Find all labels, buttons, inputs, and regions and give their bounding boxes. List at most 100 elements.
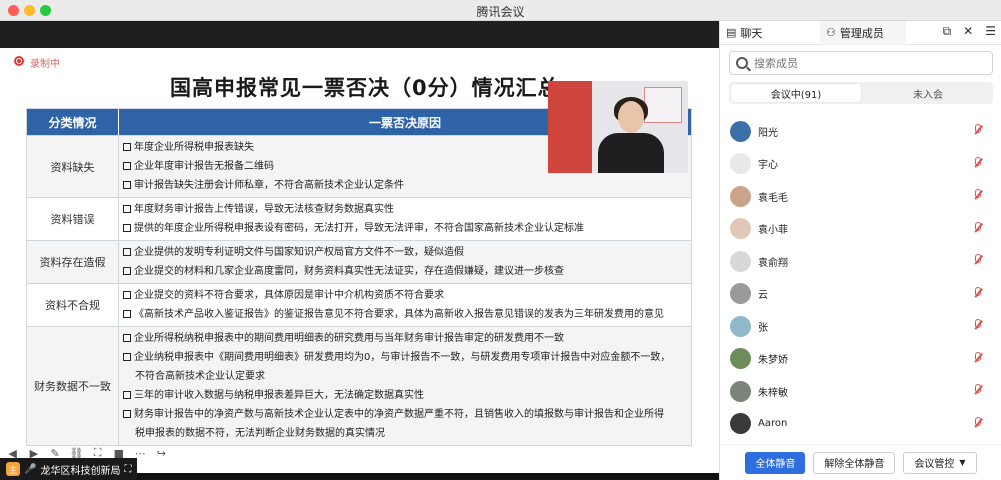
mic-muted-icon[interactable] [974,286,983,299]
host-name: 龙华区科技创新局 [40,465,121,477]
member-name: 张 [758,322,768,334]
panel-tabs: ▤ 聊天 ⚇ 管理成员 ⧉ ✕ ☰ [720,20,1001,45]
forward-icon[interactable]: ↪ [153,444,170,462]
avatar [730,413,751,435]
recording-icon [14,56,24,66]
member-row[interactable]: 宇心 [720,148,1001,181]
mute-all-button[interactable]: 全体静音 [745,451,806,474]
member-row[interactable]: 袁俞翔 [720,245,1001,278]
reason-text: 年度财务审计报告上传错误，导致无法核查财务数据真实性 [134,204,394,215]
mic-muted-icon[interactable] [974,124,983,136]
member-search[interactable] [729,51,993,75]
reason-item: 企业提交的资料不符合要求，具体原因是审计中介机构资质不符合要求 [123,286,687,305]
reason-item: 提供的年度企业所得税申报表设有密码，无法打开，导致无法评审，不符合国家高新技术企… [123,219,687,238]
mic-muted-icon[interactable] [974,189,983,201]
host-icon: 主 [6,462,20,476]
checkbox-icon [123,391,131,399]
speaker-head [618,101,644,133]
avatar [730,380,751,402]
speaker-video[interactable] [548,81,688,173]
member-name: 袁小菲 [758,225,788,237]
reason-item: 《高新技术产品收入鉴证报告》的鉴证报告意见不符合要求，具体为高新收入报告意见错误… [123,305,687,324]
table-row: 资料存在造假 企业提供的发明专利证明文件与国家知识产权局官方文件不一致，疑似造假企… [27,240,691,283]
meeting-control-button[interactable]: 会议管控 ▼ [903,451,977,474]
table-row: 资料不合规 企业提交的资料不符合要求，具体原因是审计中介机构资质不符合要求 《高新技… [27,283,691,326]
tab-members[interactable]: ⚇ 管理成员 [820,20,906,45]
row-reasons: 企业所得税纳税申报表中的期间费用明细表的研究费用与当年财务审计报告审定的研发费用… [119,327,691,445]
member-name: 朱梓敏 [758,387,788,399]
seg-in-meeting[interactable]: 会议中(91) [731,84,861,102]
host-tag: 主 🎤 龙华区科技创新局 ⛶ [0,458,138,480]
member-row[interactable]: 袁小菲 [720,213,1001,246]
checkbox-icon [123,267,131,275]
member-segment: 会议中(91) 未入会 [729,82,993,104]
member-row[interactable]: Aaron [720,408,1001,441]
avatar [730,153,751,175]
reason-text: 财务审计报告中的净资产数与高新技术企业认定表中的净资产数据严重不符，且销售收入的… [134,409,664,420]
checkbox-icon [123,353,131,361]
avatar [730,250,751,272]
mic-muted-icon[interactable] [974,416,983,429]
unmute-all-button[interactable]: 解除全体静音 [813,451,896,474]
avatar [730,348,751,370]
reason-item: 财务审计报告中的净资产数与高新技术企业认定表中的净资产数据严重不符，且销售收入的… [123,405,687,424]
mic-muted-icon[interactable] [974,384,983,396]
seg-not-joined[interactable]: 未入会 [863,82,993,104]
video-background [548,81,592,173]
reason-item: 年度财务审计报告上传错误，导致无法核查财务数据真实性 [123,200,687,219]
tab-members-label: 管理成员 [839,26,884,40]
reason-text: 税申报表的数据不符，无法判断企业财务数据的真实情况 [135,428,385,439]
avatar [730,185,751,207]
reason-text: 提供的年度企业所得税申报表设有密码，无法打开，导致无法评审，不符合国家高新技术企… [134,223,584,234]
member-name: Aaron [758,418,788,430]
shared-screen-topbar [0,21,719,48]
row-category: 资料错误 [27,198,119,240]
reason-text: 企业年度审计报告无报备二维码 [134,161,274,172]
member-name: 宇心 [758,160,778,172]
member-row[interactable]: 朱梦娇 [720,343,1001,376]
row-category: 资料不合规 [27,284,119,326]
checkbox-icon [123,291,131,299]
member-row[interactable]: 朱梓敏 [720,375,1001,408]
member-row[interactable]: 云 [720,278,1001,311]
speaker-body [598,133,664,173]
reason-text: 企业提供的发明专利证明文件与国家知识产权局官方文件不一致，疑似造假 [134,247,464,258]
shared-screen: 录制中 国高申报常见一票否决（0分）情况汇总 分类情况 一票否决原因 资料缺失年… [0,21,719,480]
presentation-slide: 录制中 国高申报常见一票否决（0分）情况汇总 分类情况 一票否决原因 资料缺失年… [0,48,719,473]
member-panel: ▤ 聊天 ⚇ 管理成员 ⧉ ✕ ☰ 会议中(91) 未入会 阳光宇心袁毛毛袁小菲… [719,20,1001,480]
reason-item: 企业纳税申报表中《期间费用明细表》研发费用均为0，与审计报告不一致，与研发费用专… [123,348,687,367]
panel-footer: 全体静音 解除全体静音 会议管控 ▼ [720,444,1001,480]
reason-text: 企业提交的材料和几家企业高度雷同，财务资料真实性无法证实，存在造假嫌疑，建议进一… [134,266,564,277]
mic-muted-icon[interactable] [974,351,983,364]
reason-text: 企业所得税纳税申报表中的期间费用明细表的研究费用与当年财务审计报告审定的研发费用… [134,333,564,344]
member-name: 朱梦娇 [758,355,788,367]
popout-icon[interactable]: ⧉ [943,24,952,39]
mic-muted-icon[interactable] [974,319,983,331]
close-icon[interactable]: ✕ [963,24,973,39]
row-category: 财务数据不一致 [27,327,119,445]
header-category: 分类情况 [27,109,119,135]
avatar [730,120,751,142]
chat-icon: ▤ [726,26,737,39]
menu-icon[interactable]: ☰ [985,24,996,39]
avatar [730,218,751,240]
mic-muted-icon[interactable] [974,254,983,266]
table-row: 资料错误 年度财务审计报告上传错误，导致无法核查财务数据真实性提供的年度企业所得税… [27,197,691,240]
search-input[interactable] [754,56,974,70]
reason-item: 不符合高新技术企业认定要求 [123,367,687,386]
search-icon [736,57,748,69]
row-reasons: 企业提供的发明专利证明文件与国家知识产权局官方文件不一致，疑似造假企业提交的材料… [119,241,691,283]
checkbox-icon [123,310,131,318]
reason-item: 企业提供的发明专利证明文件与国家知识产权局官方文件不一致，疑似造假 [123,243,687,262]
slide-title: 国高申报常见一票否决（0分）情况汇总 [170,76,560,100]
checkbox-icon [123,143,131,151]
mic-muted-icon[interactable] [974,221,983,234]
row-category: 资料缺失 [27,136,119,197]
mic-muted-icon[interactable] [974,156,983,169]
tab-chat[interactable]: ▤ 聊天 [720,21,820,45]
member-row[interactable]: 张 [720,310,1001,343]
reason-text: 年度企业所得税申报表缺失 [134,142,254,153]
member-row[interactable]: 袁毛毛 [720,180,1001,213]
members-icon: ⚇ [826,26,836,39]
member-row[interactable]: 阳光 [720,115,1001,148]
